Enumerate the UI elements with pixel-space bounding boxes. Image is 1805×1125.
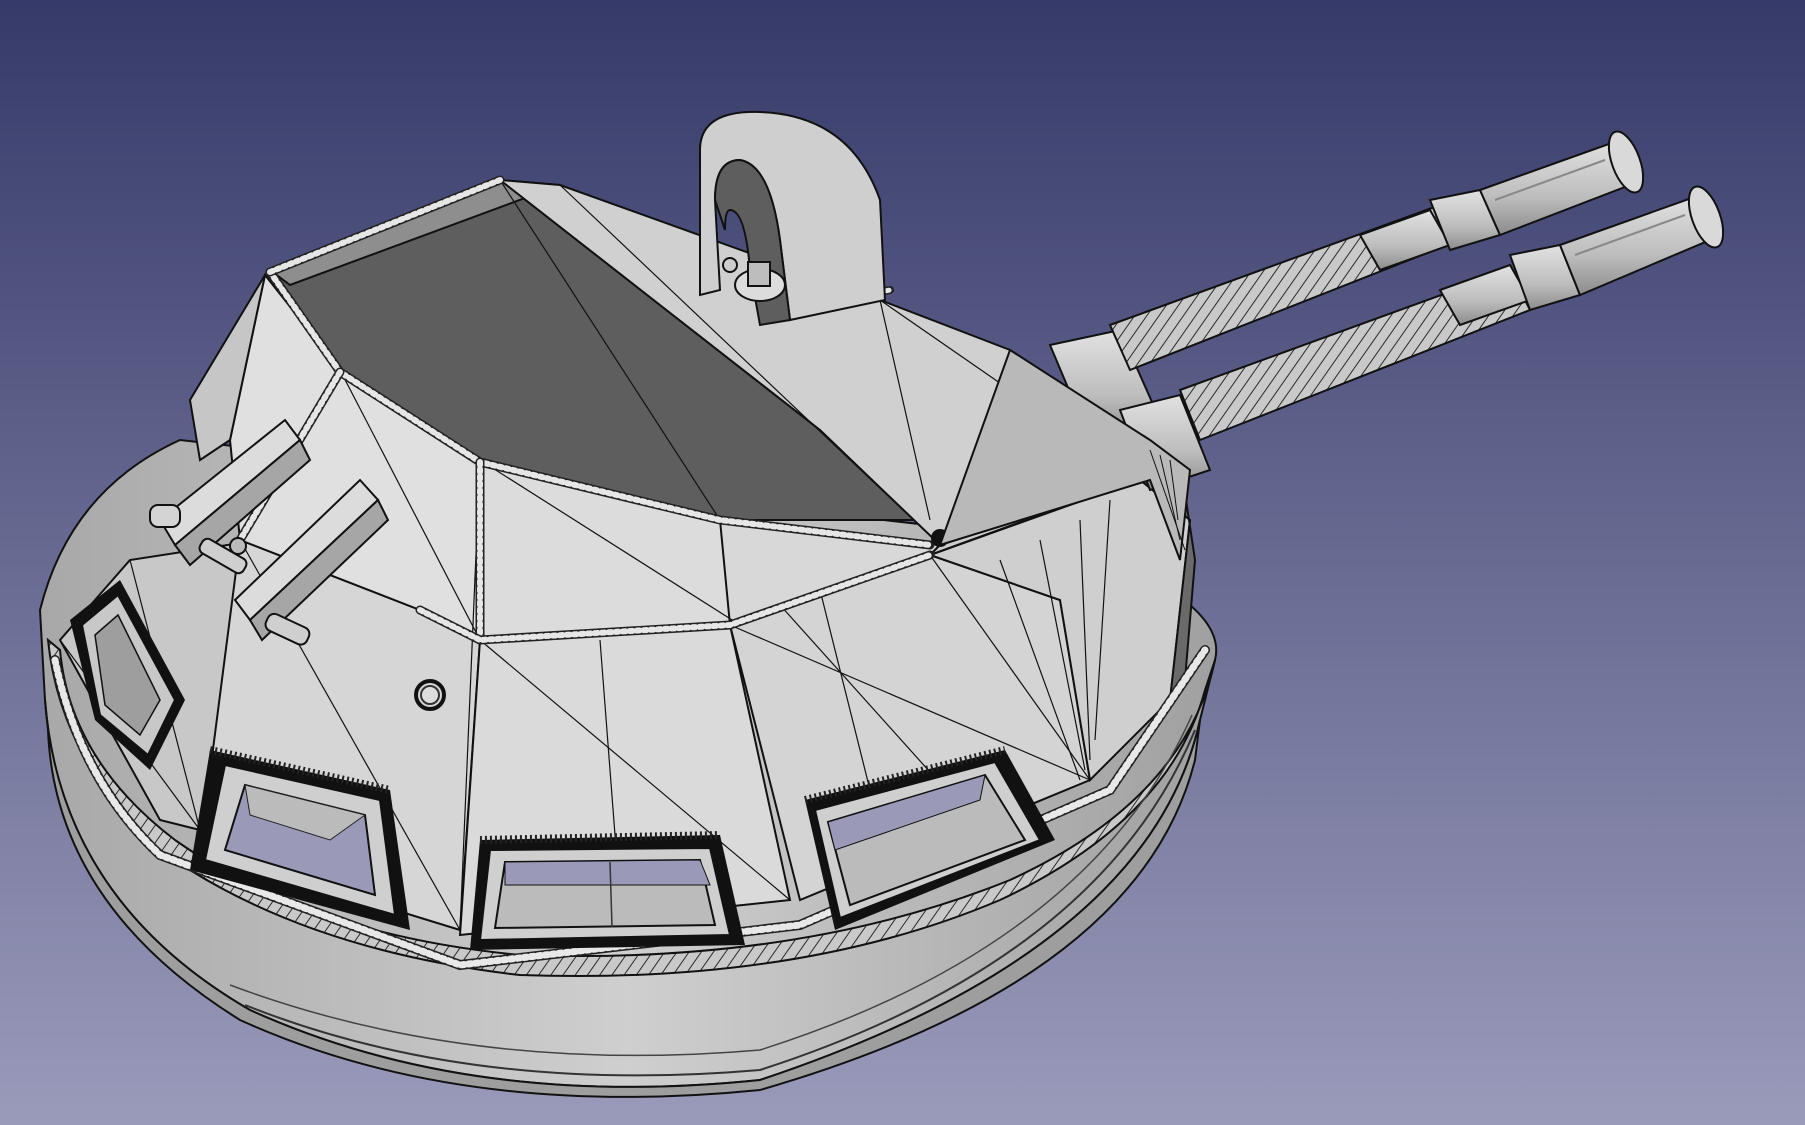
3d-viewport[interactable] <box>0 0 1805 1125</box>
turret-model[interactable] <box>0 0 1805 1125</box>
gun-barrels <box>1048 130 1725 492</box>
vision-port-center <box>470 831 745 950</box>
